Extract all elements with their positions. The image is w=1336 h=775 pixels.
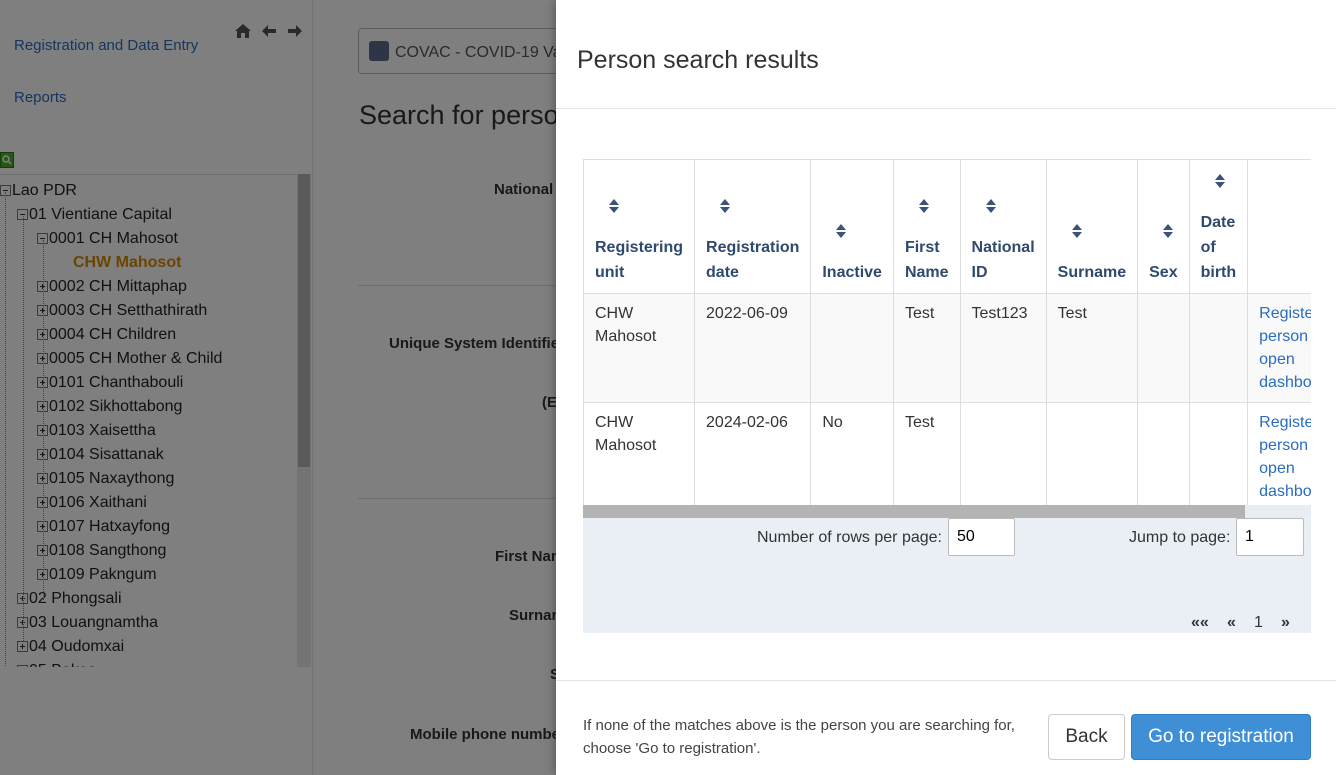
table-header-row: Registering unit Registration date Inact… [583,159,1311,294]
sort-icon[interactable] [720,199,731,215]
table-cell: Test123 [959,293,1047,403]
footer-note: If none of the matches above is the pers… [583,717,1015,757]
row-action-link[interactable]: Register person or open dashboard [1259,414,1311,500]
sort-icon[interactable] [985,199,996,215]
results-table: Registering unit Registration date Inact… [583,159,1311,505]
table-cell [1137,293,1190,403]
modal-title: Person search results [577,46,819,74]
table-cell: CHW Mahosot [583,402,696,505]
table-cell [1188,293,1249,403]
table-row[interactable]: CHW Mahosot2024-02-06NoTest Register pers… [583,402,1311,505]
back-button[interactable]: Back [1048,714,1125,760]
current-page[interactable]: 1 [1254,614,1263,632]
go-to-registration-button[interactable]: Go to registration [1131,714,1311,760]
column-header-surname[interactable]: Surname [1045,159,1139,294]
table-cell: CHW Mahosot [583,293,696,403]
column-label: Sex [1149,264,1178,281]
table-cell: Test [892,293,961,403]
sort-icon[interactable] [836,224,847,240]
table-row[interactable]: CHW Mahosot 2022-06-09 Test Test123 Test Regi… [583,293,1311,403]
column-header-inactive[interactable]: Inactive [810,159,894,294]
table-cell: 2022-06-09 [694,293,812,403]
column-header-registering-unit[interactable]: Registering unit [583,159,696,294]
sort-icon[interactable] [1163,224,1174,240]
prev-page-link[interactable]: « [1227,614,1236,632]
table-cell [1188,402,1249,505]
column-header-date-of-birth[interactable]: Date of birth [1188,159,1249,294]
table-cell [959,402,1047,505]
sort-icon[interactable] [1071,224,1082,240]
column-label: Date of birth [1200,214,1237,281]
pagination-bar: Number of rows per page: Jump to page: «… [583,518,1311,633]
rows-per-page-label: Number of rows per page: [757,529,942,546]
first-page-link[interactable]: «« [1191,614,1209,632]
column-label: First Name [904,239,949,281]
table-cell [1137,402,1190,505]
column-label: National ID [971,239,1035,281]
table-cell [1045,402,1139,505]
column-header-national-id[interactable]: National ID [959,159,1047,294]
sort-icon[interactable] [918,199,929,215]
column-label: Inactive [822,264,882,281]
rows-per-page-input[interactable] [948,518,1015,556]
column-header-registration-date[interactable]: Registration date [694,159,812,294]
column-label: Registering unit [595,239,684,281]
table-horizontal-scrollbar[interactable] [583,505,1311,518]
next-page-link[interactable]: » [1281,614,1290,632]
column-label: Surname [1057,264,1127,281]
results-table-container: Registering unit Registration date Inact… [583,159,1311,505]
column-header-sex[interactable]: Sex [1137,159,1190,294]
row-action-link[interactable]: Register person or open dashboard [1259,305,1311,391]
table-cell: Test [892,402,961,505]
table-cell: Test [1045,293,1139,403]
table-cell [810,293,894,403]
table-cell: No [810,402,894,505]
jump-to-page-input[interactable] [1236,518,1304,556]
column-header-first-name[interactable]: First Name [892,159,961,294]
table-cell-action: Register person or open dashboard [1247,293,1311,403]
search-results-modal: Person search results Registering unit R… [556,0,1336,775]
modal-header: Person search results [556,0,1336,109]
jump-to-page-label: Jump to page: [1129,529,1231,546]
column-header-actions [1247,159,1311,294]
table-cell: 2024-02-06 [694,402,812,505]
sort-icon[interactable] [1214,174,1225,190]
table-cell-action: Register person or open dashboard [1247,402,1311,505]
modal-footer: If none of the matches above is the pers… [556,680,1336,775]
column-label: Registration date [706,239,800,281]
sort-icon[interactable] [609,199,619,215]
